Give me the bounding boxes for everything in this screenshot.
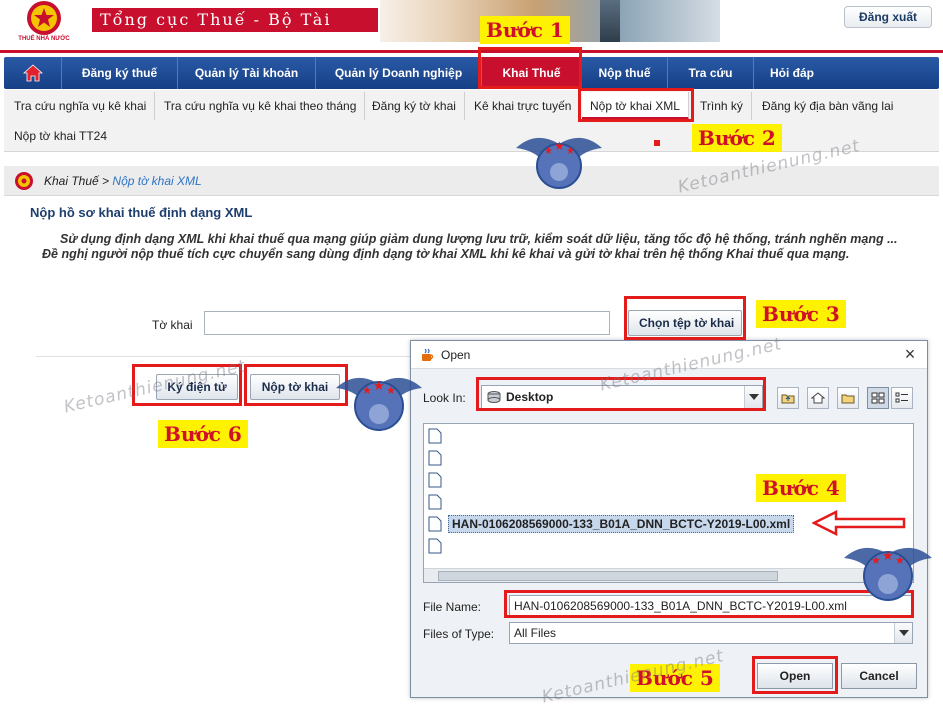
- svg-text:★: ★: [882, 548, 894, 563]
- breadcrumb: Khai Thuế > Nộp tờ khai XML: [4, 166, 939, 196]
- logo-text: THUẾ NHÀ NƯỚC: [18, 34, 70, 42]
- list-item[interactable]: [428, 448, 448, 468]
- details-view-icon[interactable]: [891, 387, 913, 409]
- nav-quan-ly-doanh-nghiep[interactable]: Quản lý Doanh nghiệp: [316, 57, 482, 89]
- sub-nav: Tra cứu nghĩa vụ kê khai Tra cứu nghĩa v…: [4, 90, 939, 152]
- home-icon: [22, 64, 43, 82]
- company-seal-icon: ★ ★ ★: [516, 137, 602, 189]
- svg-text:★: ★: [386, 385, 396, 397]
- highlight-choose-file: [624, 296, 746, 340]
- list-item[interactable]: [428, 426, 448, 446]
- svg-text:★: ★: [373, 378, 385, 393]
- file-type-label: Files of Type:: [423, 627, 495, 641]
- nav-dang-ky-thue[interactable]: Đăng ký thuế: [62, 57, 178, 89]
- cancel-button[interactable]: Cancel: [841, 663, 917, 689]
- breadcrumb-root[interactable]: Khai Thuế: [44, 174, 99, 188]
- horizontal-scrollbar[interactable]: [424, 568, 913, 582]
- home-folder-icon[interactable]: [807, 387, 829, 409]
- nav-nop-thue[interactable]: Nộp thuế: [582, 57, 668, 89]
- subnav-dang-ky-dia-ban[interactable]: Đăng ký địa bàn vãng lai: [754, 92, 901, 120]
- list-item[interactable]: [428, 536, 448, 556]
- site-header: THUẾ NHÀ NƯỚC Tổng cục Thuế - Bộ Tài chí…: [0, 0, 943, 53]
- file-icon: [428, 516, 442, 532]
- file-icon: [428, 450, 442, 466]
- company-seal-icon: ★ ★ ★: [336, 377, 422, 431]
- list-view-icon[interactable]: [867, 387, 889, 409]
- highlight-open: [752, 656, 838, 694]
- page-description: Sử dụng định dạng XML khi khai thuế qua …: [42, 232, 898, 261]
- svg-text:★: ★: [554, 139, 565, 153]
- subnav-tra-cuu-nghia-vu[interactable]: Tra cứu nghĩa vụ kê khai: [6, 92, 156, 120]
- highlight-khai-thue: [478, 47, 582, 89]
- list-item[interactable]: [428, 492, 448, 512]
- breadcrumb-separator: >: [102, 174, 110, 188]
- selected-xml-file[interactable]: HAN-0106208569000-133_B01A_DNN_BCTC-Y201…: [428, 514, 795, 534]
- subnav-tra-cuu-theo-thang[interactable]: Tra cứu nghĩa vụ kê khai theo tháng: [156, 92, 366, 120]
- step-4-label: Bước 4: [756, 474, 846, 502]
- emblem-icon: [15, 172, 33, 190]
- file-field-label: Tờ khai: [152, 318, 193, 332]
- highlight-submit: [244, 364, 348, 406]
- subnav-nop-to-khai-tt24[interactable]: Nộp tờ khai TT24: [6, 122, 115, 150]
- svg-text:★: ★: [895, 555, 905, 567]
- breadcrumb-current[interactable]: Nộp tờ khai XML: [112, 174, 201, 188]
- header-divider: [0, 50, 943, 53]
- scrollbar-thumb[interactable]: [438, 571, 778, 581]
- red-dot-marker: [654, 140, 660, 146]
- step-1-label: Bước 1: [480, 16, 570, 44]
- file-list[interactable]: HAN-0106208569000-133_B01A_DNN_BCTC-Y201…: [423, 423, 914, 583]
- brand-title: Tổng cục Thuế - Bộ Tài chính: [92, 8, 378, 53]
- chevron-down-icon[interactable]: [894, 623, 912, 643]
- step-3-label: Bước 3: [756, 300, 846, 328]
- company-seal-icon: ★ ★ ★: [844, 547, 932, 601]
- file-type-select[interactable]: All Files: [509, 622, 913, 644]
- nav-tra-cuu[interactable]: Tra cứu: [668, 57, 754, 89]
- file-icon: [428, 494, 442, 510]
- new-folder-icon[interactable]: [837, 387, 859, 409]
- nav-quan-ly-tai-khoan[interactable]: Quản lý Tài khoản: [178, 57, 316, 89]
- dialog-title: Open: [441, 348, 471, 362]
- highlight-nop-to-khai-xml: [578, 88, 694, 122]
- logout-button[interactable]: Đăng xuất: [844, 6, 932, 28]
- close-icon[interactable]: ×: [899, 344, 921, 366]
- file-icon: [428, 538, 442, 554]
- nav-hoi-dap[interactable]: Hỏi đáp: [754, 57, 830, 89]
- file-type-value: All Files: [514, 626, 557, 640]
- home-button[interactable]: [4, 57, 62, 89]
- up-folder-icon[interactable]: [777, 387, 799, 409]
- step-2-label: Bước 2: [692, 124, 782, 152]
- list-item[interactable]: [428, 470, 448, 490]
- look-in-label: Look In:: [423, 391, 466, 405]
- subnav-ke-khai-truc-tuyen[interactable]: Kê khai trực tuyến: [466, 92, 581, 120]
- file-icon: [428, 428, 442, 444]
- svg-text:★: ★: [362, 385, 372, 397]
- page-title: Nộp hồ sơ khai thuế định dạng XML: [30, 205, 253, 220]
- svg-text:★: ★: [871, 555, 881, 567]
- main-nav: Đăng ký thuế Quản lý Tài khoản Quản lý D…: [4, 57, 939, 89]
- subnav-dang-ky-to-khai[interactable]: Đăng ký tờ khai: [364, 92, 465, 120]
- breadcrumb-trail: Khai Thuế > Nộp tờ khai XML: [44, 174, 202, 188]
- step-6-label: Bước 6: [158, 420, 248, 448]
- banner-tower: [600, 0, 620, 42]
- file-icon: [428, 472, 442, 488]
- svg-text:★: ★: [544, 146, 553, 157]
- tax-emblem-icon: THUẾ NHÀ NƯỚC: [18, 1, 70, 42]
- subnav-trinh-ky[interactable]: Trình ký: [692, 92, 752, 120]
- file-name-label: File Name:: [423, 600, 482, 614]
- svg-text:★: ★: [566, 146, 575, 157]
- file-path-input[interactable]: [204, 311, 610, 335]
